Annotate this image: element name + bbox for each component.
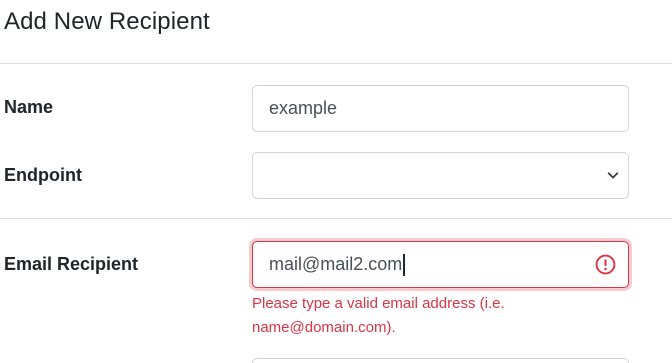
section-divider — [0, 218, 672, 219]
next-field-input[interactable] — [252, 358, 629, 363]
name-input[interactable]: example — [252, 85, 629, 132]
email-recipient-input[interactable]: mail@mail2.com — [252, 241, 629, 288]
email-recipient-label: Email Recipient — [4, 254, 139, 274]
endpoint-select[interactable] — [252, 152, 629, 199]
header-divider — [0, 63, 672, 64]
email-recipient-value: mail@mail2.com — [269, 254, 403, 274]
name-label: Name — [4, 97, 54, 117]
text-caret — [403, 253, 405, 276]
email-error-message: Please type a valid email address (i.e. … — [252, 295, 505, 336]
page-title: Add New Recipient — [4, 8, 210, 35]
name-input-value: example — [269, 98, 338, 118]
exclamation-circle-icon — [595, 254, 616, 275]
chevron-down-icon — [607, 172, 619, 179]
endpoint-label: Endpoint — [4, 165, 82, 185]
add-recipient-form: Add New Recipient Name example Endpoint … — [0, 0, 672, 363]
